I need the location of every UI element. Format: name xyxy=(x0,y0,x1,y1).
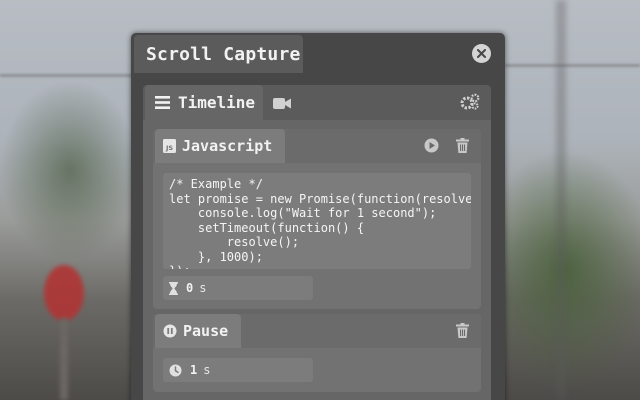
delete-step-button[interactable] xyxy=(456,323,469,342)
tab-bar: Timeline xyxy=(143,85,491,120)
timeline-content: JS Javascript /* Example */ let promise … xyxy=(143,120,491,400)
background-wire xyxy=(0,74,140,77)
clock-icon xyxy=(169,364,182,376)
background-wire xyxy=(505,64,640,67)
background-post xyxy=(556,0,566,400)
window-title: Scroll Capture xyxy=(134,35,303,73)
code-editor[interactable]: /* Example */ let promise = new Promise(… xyxy=(163,173,471,269)
step-title-tab: Pause xyxy=(155,314,241,348)
play-icon xyxy=(424,138,439,153)
trash-icon xyxy=(456,323,469,338)
list-icon xyxy=(155,96,170,109)
svg-text:JS: JS xyxy=(165,144,173,152)
step-card-pause: Pause 1 s xyxy=(153,314,481,392)
duration-display: 1 s xyxy=(163,358,313,382)
duration-value: 1 xyxy=(190,363,198,377)
video-camera-icon xyxy=(273,98,291,109)
close-icon xyxy=(477,49,486,58)
settings-button[interactable] xyxy=(460,93,480,115)
tab-label: Timeline xyxy=(178,93,256,112)
gear-icon xyxy=(460,93,480,110)
background-stop-sign xyxy=(44,265,84,321)
js-file-icon: JS xyxy=(163,139,176,153)
tab-timeline[interactable]: Timeline xyxy=(145,85,263,120)
close-button[interactable] xyxy=(472,44,491,63)
trash-icon xyxy=(456,138,469,153)
step-header: Pause xyxy=(153,314,481,348)
pause-icon xyxy=(163,324,177,338)
duration-value: 0 xyxy=(186,281,194,295)
duration-unit: s xyxy=(203,363,211,377)
hourglass-icon xyxy=(169,281,178,295)
step-title-tab: JS Javascript xyxy=(155,129,285,163)
tab-video[interactable] xyxy=(273,95,292,114)
step-label: Javascript xyxy=(182,137,273,155)
panel-body: Timeline JS Javascript /* Example */ let… xyxy=(143,85,491,400)
scroll-capture-panel: Scroll Capture Timeline JS Javascript /*… xyxy=(131,33,505,400)
delete-step-button[interactable] xyxy=(456,138,469,157)
step-label: Pause xyxy=(183,322,229,340)
step-card-javascript: JS Javascript /* Example */ let promise … xyxy=(153,129,481,309)
run-button[interactable] xyxy=(424,138,439,157)
step-header: JS Javascript xyxy=(153,129,481,163)
duration-display: 0 s xyxy=(163,276,313,300)
background-pole xyxy=(60,318,68,400)
duration-unit: s xyxy=(199,281,207,295)
titlebar: Scroll Capture xyxy=(131,33,505,73)
